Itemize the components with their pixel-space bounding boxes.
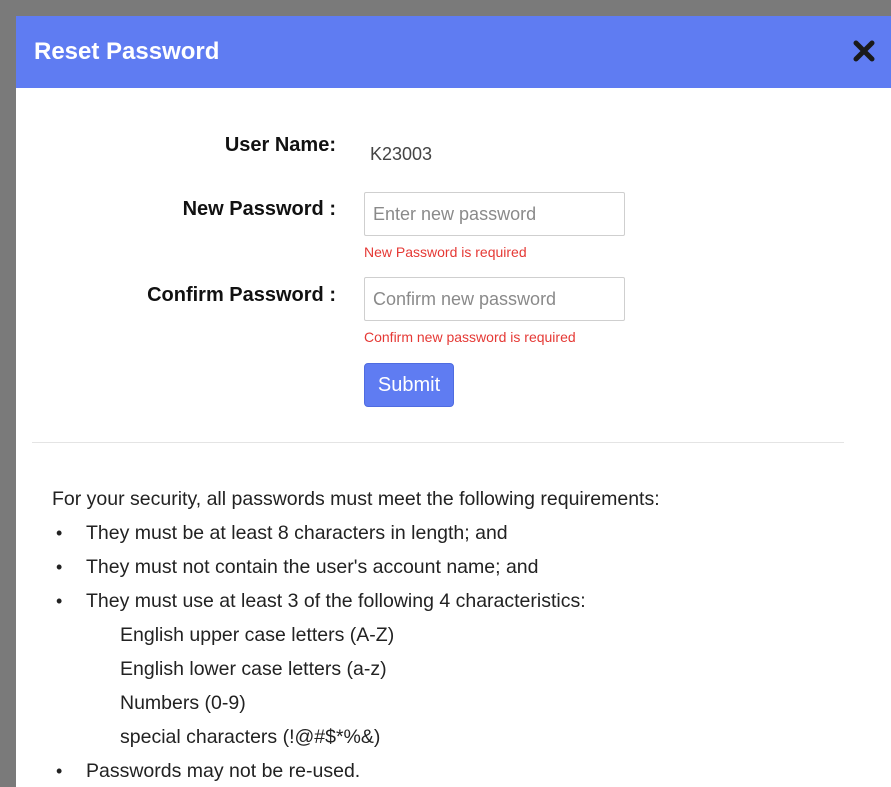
characteristic-item: English lower case letters (a-z) bbox=[120, 658, 387, 680]
requirement-text: Passwords may not be re-used. bbox=[86, 760, 361, 782]
new-password-error: New Password is required bbox=[364, 244, 527, 260]
characteristic-item: English upper case letters (A-Z) bbox=[120, 624, 395, 646]
list-item: • They must not contain the user's accou… bbox=[52, 550, 872, 584]
username-label: User Name: bbox=[224, 134, 336, 156]
confirm-password-input[interactable] bbox=[364, 277, 625, 321]
close-button[interactable] bbox=[849, 34, 879, 68]
requirement-text: They must be at least 8 characters in le… bbox=[86, 522, 508, 544]
close-icon bbox=[853, 40, 875, 62]
bullet-icon: • bbox=[56, 557, 63, 577]
requirements-list: • They must be at least 8 characters in … bbox=[52, 516, 872, 787]
bullet-icon: • bbox=[56, 761, 63, 781]
reset-password-dialog: Reset Password User Name: K23003 New Pas… bbox=[16, 16, 891, 787]
confirm-password-error: Confirm new password is required bbox=[364, 329, 576, 345]
characteristic-item: special characters (!@#$*%&) bbox=[120, 726, 381, 748]
list-item: • Passwords may not be re-used. bbox=[52, 754, 872, 787]
confirm-password-label: Confirm Password : bbox=[147, 284, 336, 306]
list-item: • They must be at least 8 characters in … bbox=[52, 516, 872, 550]
bullet-icon: • bbox=[56, 523, 63, 543]
new-password-label-cell: New Password : bbox=[16, 198, 336, 228]
new-password-label: New Password : bbox=[182, 198, 336, 220]
characteristic-item: Numbers (0-9) bbox=[120, 692, 246, 714]
username-label-cell: User Name: bbox=[16, 134, 336, 164]
username-value: K23003 bbox=[370, 144, 433, 164]
new-password-input[interactable] bbox=[364, 192, 625, 236]
requirement-text: They must use at least 3 of the followin… bbox=[86, 590, 586, 612]
requirement-text: They must not contain the user's account… bbox=[86, 556, 539, 578]
dialog-title: Reset Password bbox=[34, 38, 220, 65]
confirm-password-label-cell: Confirm Password : bbox=[16, 284, 336, 314]
bullet-icon: • bbox=[56, 591, 63, 611]
dialog-header: Reset Password bbox=[16, 16, 891, 88]
list-item: • They must use at least 3 of the follow… bbox=[52, 584, 872, 618]
requirements-intro: For your security, all passwords must me… bbox=[52, 488, 660, 510]
submit-button[interactable]: Submit bbox=[364, 363, 454, 407]
password-requirements: For your security, all passwords must me… bbox=[52, 482, 872, 787]
divider bbox=[32, 442, 844, 443]
